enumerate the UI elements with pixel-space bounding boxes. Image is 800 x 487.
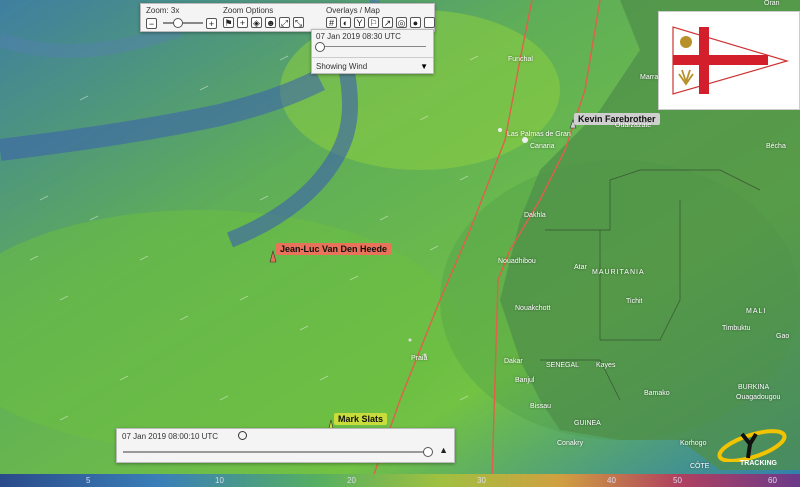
place-canaria: Canaria [530, 143, 555, 150]
scale-tick: 20 [347, 476, 356, 485]
zoom-slider[interactable] [163, 18, 203, 28]
place-bamako: Bamako [644, 390, 670, 397]
play-up-icon[interactable]: ▲ [439, 445, 448, 455]
place-nouadhibou: Nouadhibou [498, 258, 536, 265]
overlays-label: Overlays / Map [326, 6, 380, 15]
place-atar: Atar [574, 264, 587, 271]
place-ouagadougou: Ouagadougou [736, 394, 781, 401]
zoom-add-icon[interactable]: + [237, 17, 248, 28]
boat-label-jean-luc[interactable]: Jean-Luc Van Den Heede [276, 243, 392, 255]
place-burkina: BURKINA [738, 384, 770, 391]
scale-tick: 40 [607, 476, 616, 485]
zoom-options-label: Zoom Options [223, 6, 274, 15]
expand-icon[interactable]: ⤢ [279, 17, 290, 28]
place-bechar: Bécha [766, 143, 786, 150]
zoom-in-button[interactable]: + [206, 17, 217, 29]
globe-icon[interactable]: ● [410, 17, 421, 28]
contrast-icon[interactable]: ◐ [340, 17, 351, 28]
place-bissau: Bissau [530, 403, 552, 410]
fit-boats-icon[interactable]: ◈ [251, 17, 262, 28]
scale-tick: 30 [477, 476, 486, 485]
place-timbuktu: Timbuktu [722, 325, 751, 332]
place-mauritania: MAURITANIA [592, 269, 645, 276]
zoom-slider-thumb[interactable] [173, 18, 183, 28]
scale-tick: 50 [673, 476, 682, 485]
playback-slider[interactable] [123, 447, 433, 457]
place-dakar: Dakar [504, 358, 523, 365]
chevron-down-icon: ▼ [420, 62, 428, 71]
playback-panel: 07 Jan 2019 08:00:10 UTC ▲ [116, 428, 455, 463]
scale-tick: 10 [215, 476, 224, 485]
place-oran: Oran [764, 0, 780, 7]
weather-time-thumb[interactable] [315, 42, 325, 52]
place-senegal: SENEGAL [546, 362, 580, 369]
yb-tracking-logo: TRACKING [712, 428, 792, 470]
place-guinea: GUINEA [574, 420, 601, 427]
route-icon[interactable]: ↗ [382, 17, 393, 28]
playback-time-text: 07 Jan 2019 08:00:10 UTC [122, 432, 219, 441]
place-nouakchott: Nouakchott [515, 305, 551, 312]
burgee-icon [672, 26, 790, 95]
weather-time-panel: 07 Jan 2019 08:30 UTC Showing Wind ▼ [311, 29, 434, 74]
brand-text: TRACKING [740, 460, 777, 467]
place-banjul: Banjul [515, 377, 535, 384]
finish-flag-icon[interactable]: ⚐ [368, 17, 379, 28]
scale-tick: 60 [768, 476, 777, 485]
weather-time-slider[interactable] [315, 42, 426, 52]
clock-icon[interactable] [238, 431, 247, 440]
place-mali: MALI [746, 308, 767, 315]
scale-tick: 5 [86, 476, 91, 485]
zoom-label: Zoom: 3x [146, 6, 180, 15]
place-las-palmas: Las Palmas de Gran [507, 131, 571, 138]
flag-icon[interactable]: ⚑ [223, 17, 234, 28]
place-tichit: Tichit [626, 298, 643, 305]
layers-icon[interactable]: ◎ [396, 17, 407, 28]
overlay-mode-text: Showing Wind [316, 62, 368, 71]
wind-icon[interactable]: Y [354, 17, 365, 28]
place-marra: Marra [640, 74, 659, 81]
overlay-mode-select[interactable]: Showing Wind ▼ [312, 57, 433, 74]
zoom-out-button[interactable]: − [146, 17, 157, 29]
weather-time-text: 07 Jan 2019 08:30 UTC [316, 32, 401, 41]
boat-label-mark[interactable]: Mark Slats [334, 413, 388, 425]
place-conakry: Conakry [557, 440, 584, 447]
place-dakhla: Dakhla [524, 212, 546, 219]
place-cote: CÔTE [690, 463, 710, 470]
grid-icon[interactable]: # [326, 17, 337, 28]
place-korhogo: Korhogo [680, 440, 707, 447]
race-flag-logo [658, 11, 800, 110]
group-icon[interactable]: ☻ [265, 17, 276, 28]
place-funchal: Funchal [508, 56, 533, 63]
place-gao: Gao [776, 333, 790, 340]
compress-icon[interactable]: ⤡ [293, 17, 304, 28]
place-praia: Praia [411, 355, 428, 362]
blank-icon[interactable] [424, 17, 435, 28]
place-ouarzazate: Ouarzazate [615, 122, 652, 129]
map-controls-panel: Zoom: 3x − + Zoom Options ⚑ + ◈ ☻ ⤢ ⤡ Ov… [140, 3, 435, 32]
playback-slider-thumb[interactable] [423, 447, 433, 457]
yb-logo-icon [717, 429, 787, 463]
place-kayes: Kayes [596, 362, 616, 369]
